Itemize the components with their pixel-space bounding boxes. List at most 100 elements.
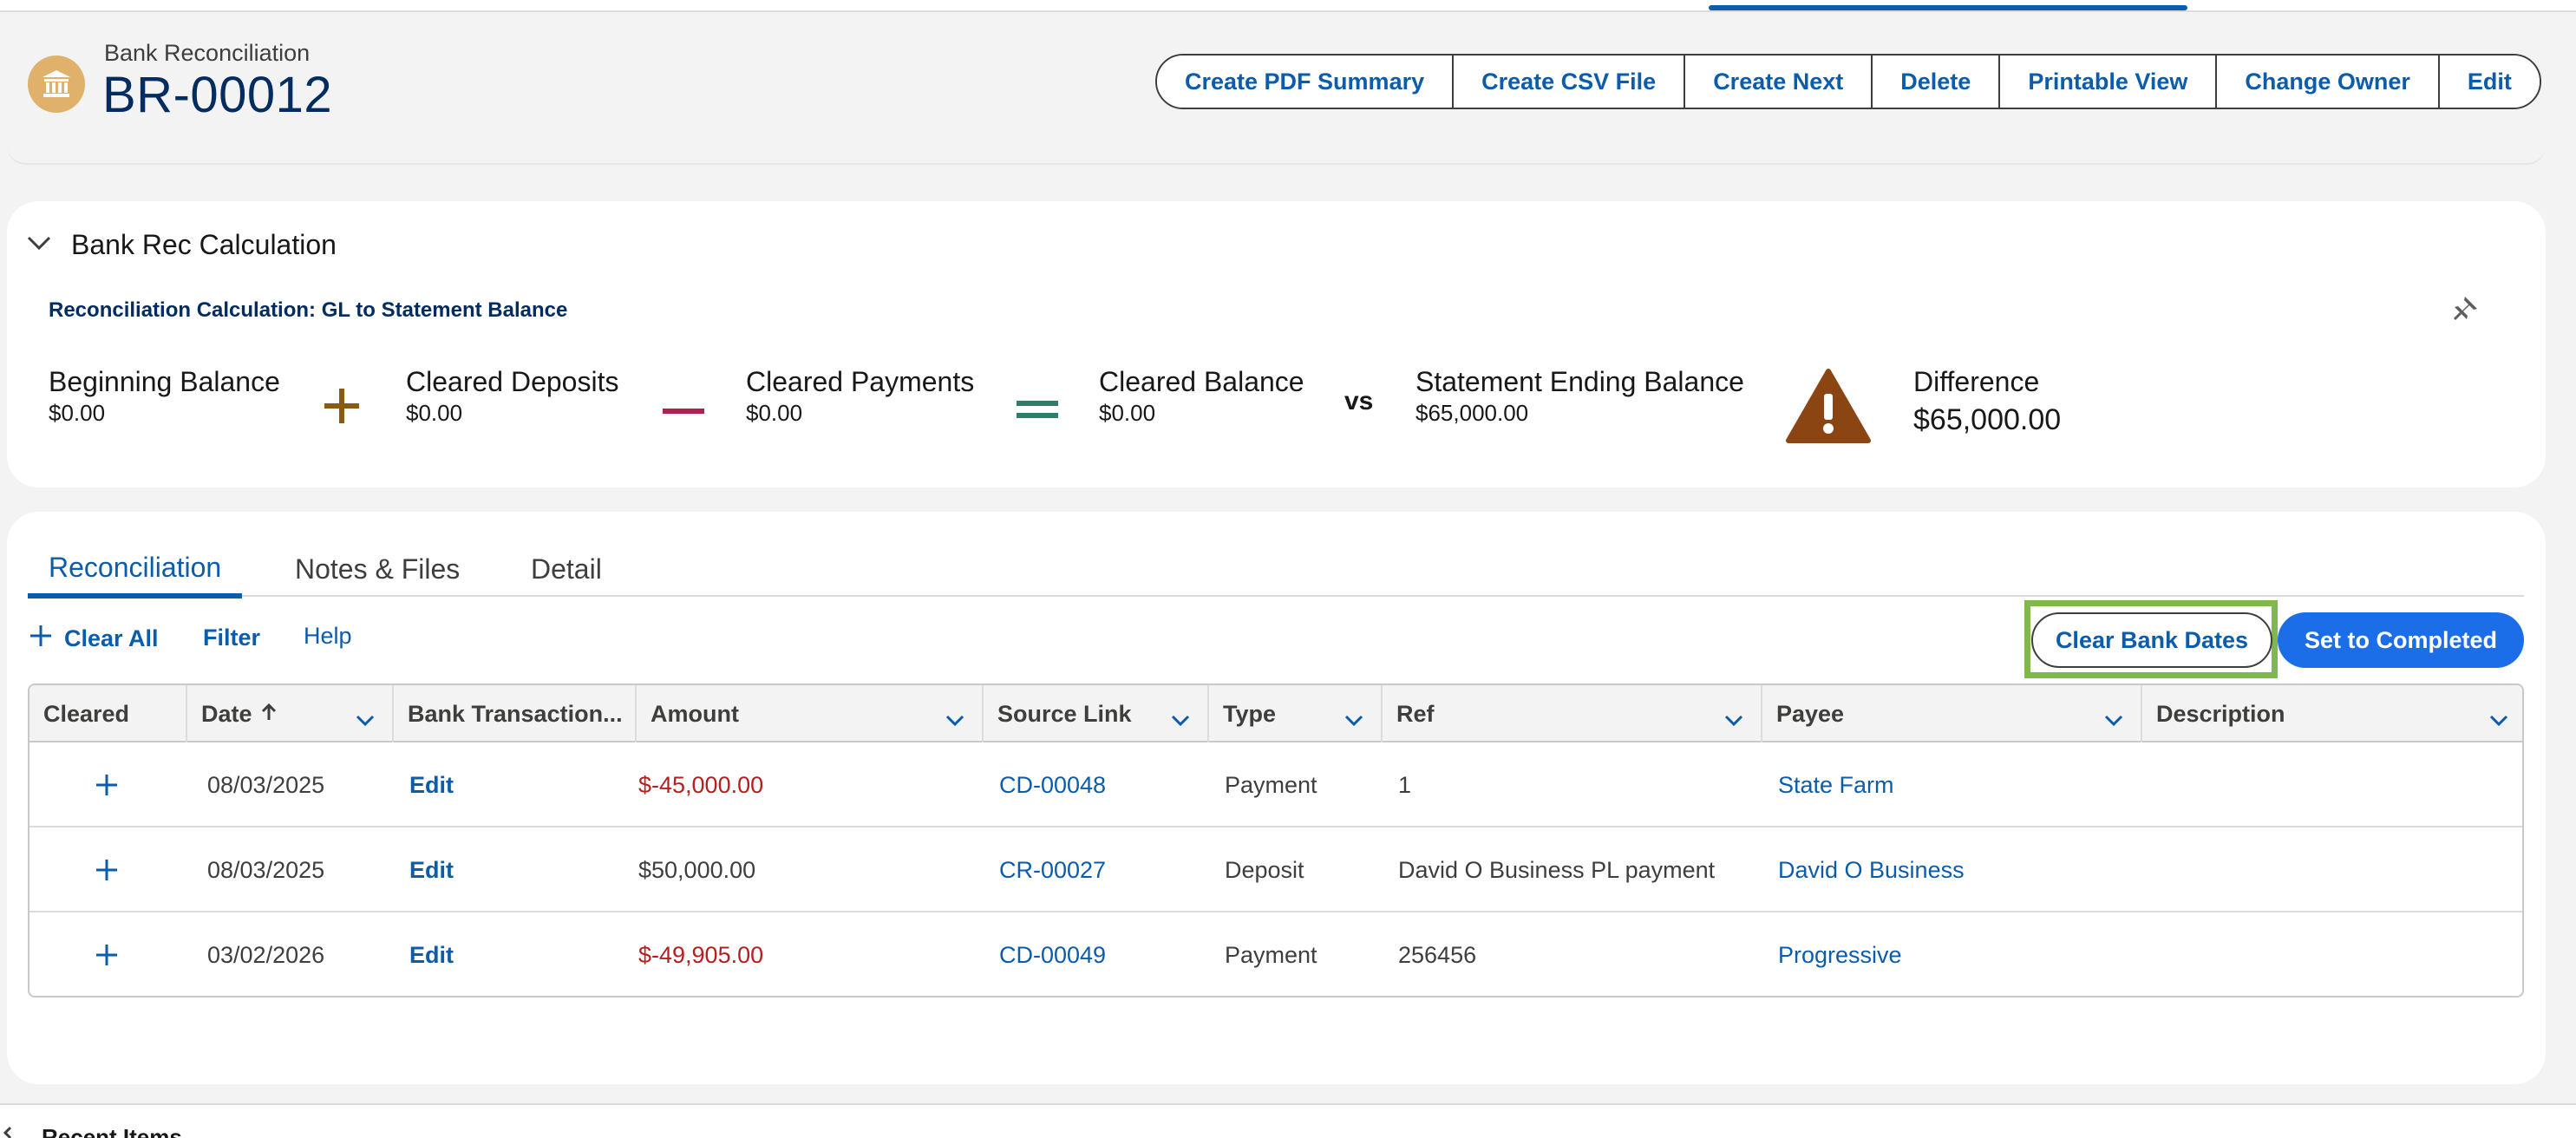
cleared-balance: Cleared Balance $0.00 <box>1099 366 1304 427</box>
cleared-toggle-plus-icon[interactable] <box>95 827 118 912</box>
amount-cell: $-45,000.00 <box>638 771 764 798</box>
table-row: 03/02/2026 Edit $-49,905.00 CD-00049 Pay… <box>29 912 2522 996</box>
chevron-down-icon[interactable] <box>1171 706 1190 733</box>
vs-label: vs <box>1344 387 1374 415</box>
cleared-toggle-plus-icon[interactable] <box>95 742 118 827</box>
tab-bar: Reconciliation Notes & Files Detail <box>28 541 2524 598</box>
payee-link[interactable]: State Farm <box>1778 742 1894 827</box>
header-action-group: Create PDF Summary Create CSV File Creat… <box>1155 54 2541 109</box>
filter-link[interactable]: Filter <box>203 625 260 651</box>
statement-ending-balance-value: $65,000.00 <box>1415 400 1529 426</box>
edit-button[interactable]: Edit <box>2439 56 2540 108</box>
cleared-toggle-plus-icon[interactable] <box>95 912 118 996</box>
date-cell: 08/03/2025 <box>207 856 325 883</box>
cleared-deposits: Cleared Deposits $0.00 <box>406 366 618 427</box>
column-header-payee[interactable]: Payee <box>1762 685 2142 742</box>
payee-link[interactable]: Progressive <box>1778 912 1902 996</box>
type-cell: Payment <box>1225 771 1317 798</box>
amount-cell: $50,000.00 <box>638 856 756 883</box>
minus-operator-icon <box>663 404 704 420</box>
reconciliation-table: Cleared Date Bank Transaction... Amount … <box>28 683 2524 997</box>
column-header-type[interactable]: Type <box>1209 685 1383 742</box>
difference-value: $65,000.00 <box>1913 403 2062 436</box>
undo-icon <box>3 1126 23 1138</box>
beginning-balance-value: $0.00 <box>49 400 106 426</box>
column-label: Type <box>1223 700 1277 727</box>
column-label: Amount <box>651 700 739 727</box>
chevron-down-icon[interactable] <box>2104 706 2123 733</box>
delete-button[interactable]: Delete <box>1873 56 2001 108</box>
tab-reconciliation[interactable]: Reconciliation <box>28 541 243 598</box>
type-cell: Payment <box>1225 941 1317 968</box>
payee-link[interactable]: David O Business <box>1778 827 1965 912</box>
recent-items-button[interactable]: Recent Items <box>42 1124 182 1138</box>
bank-building-icon <box>28 56 85 113</box>
edit-link[interactable]: Edit <box>409 742 454 827</box>
source-link[interactable]: CR-00027 <box>999 827 1106 912</box>
column-header-source-link[interactable]: Source Link <box>984 685 1209 742</box>
calculation-subtitle: Reconciliation Calculation: GL to Statem… <box>49 298 568 322</box>
column-label: Cleared <box>43 700 130 727</box>
warning-icon <box>1785 368 1872 448</box>
chevron-down-icon[interactable] <box>945 706 964 733</box>
cleared-payments: Cleared Payments $0.00 <box>746 366 974 427</box>
chevron-down-icon[interactable] <box>1344 706 1363 733</box>
set-to-completed-button[interactable]: Set to Completed <box>2278 612 2524 668</box>
chevron-down-icon[interactable] <box>2489 706 2508 733</box>
table-row: 08/03/2025 Edit $-45,000.00 CD-00048 Pay… <box>29 742 2522 827</box>
create-csv-file-button[interactable]: Create CSV File <box>1454 56 1686 108</box>
record-title: BR-00012 <box>102 67 333 123</box>
section-toggle[interactable]: Bank Rec Calculation <box>26 229 337 261</box>
clear-all-label: Clear All <box>64 625 159 651</box>
cleared-payments-label: Cleared Payments <box>746 366 975 397</box>
column-header-bank-transaction[interactable]: Bank Transaction... <box>394 685 637 742</box>
column-label: Date <box>201 700 252 727</box>
column-label: Payee <box>1776 700 1845 727</box>
top-strip <box>0 0 2576 12</box>
column-label: Bank Transaction... <box>408 700 623 727</box>
cleared-deposits-label: Cleared Deposits <box>406 366 619 397</box>
printable-view-button[interactable]: Printable View <box>2000 56 2218 108</box>
column-header-amount[interactable]: Amount <box>637 685 984 742</box>
tab-notes-files[interactable]: Notes & Files <box>274 541 481 597</box>
object-label: Bank Reconciliation <box>104 40 311 66</box>
clear-all-link[interactable]: Clear All <box>29 625 159 653</box>
create-pdf-summary-button[interactable]: Create PDF Summary <box>1157 56 1455 108</box>
column-header-ref[interactable]: Ref <box>1383 685 1762 742</box>
utility-bar: Recent Items <box>0 1103 2576 1138</box>
ref-cell: 256456 <box>1398 941 1477 968</box>
active-tab-indicator <box>1709 5 2187 10</box>
ref-cell: 1 <box>1398 771 1412 798</box>
plus-operator-icon <box>323 387 361 429</box>
cleared-balance-label: Cleared Balance <box>1099 366 1304 397</box>
edit-link[interactable]: Edit <box>409 827 454 912</box>
difference: Difference $65,000.00 <box>1913 366 2061 437</box>
clear-bank-dates-button[interactable]: Clear Bank Dates <box>2031 612 2272 668</box>
column-header-description[interactable]: Description <box>2142 685 2522 742</box>
chevron-down-icon[interactable] <box>356 706 375 733</box>
table-header: Cleared Date Bank Transaction... Amount … <box>29 685 2522 742</box>
tab-detail[interactable]: Detail <box>510 541 623 597</box>
source-link[interactable]: CD-00049 <box>999 912 1106 996</box>
beginning-balance: Beginning Balance $0.00 <box>49 366 280 427</box>
change-owner-button[interactable]: Change Owner <box>2217 56 2440 108</box>
column-header-cleared[interactable]: Cleared <box>29 685 187 742</box>
create-next-button[interactable]: Create Next <box>1685 56 1873 108</box>
equals-operator-icon <box>1017 399 1058 424</box>
date-cell: 03/02/2026 <box>207 941 325 968</box>
amount-cell: $-49,905.00 <box>638 941 764 968</box>
column-header-date[interactable]: Date <box>187 685 394 742</box>
header-card-edge <box>7 130 2546 165</box>
beginning-balance-label: Beginning Balance <box>49 366 280 397</box>
column-label: Source Link <box>997 700 1132 727</box>
help-link[interactable]: Help <box>304 623 352 650</box>
statement-ending-balance: Statement Ending Balance $65,000.00 <box>1415 366 1744 427</box>
date-cell: 08/03/2025 <box>207 771 325 798</box>
column-label: Ref <box>1396 700 1435 727</box>
edit-link[interactable]: Edit <box>409 912 454 996</box>
source-link[interactable]: CD-00048 <box>999 742 1106 827</box>
difference-label: Difference <box>1913 366 2040 397</box>
chevron-down-icon[interactable] <box>1724 706 1743 733</box>
pin-icon[interactable] <box>2453 295 2479 325</box>
column-label: Description <box>2156 700 2285 727</box>
